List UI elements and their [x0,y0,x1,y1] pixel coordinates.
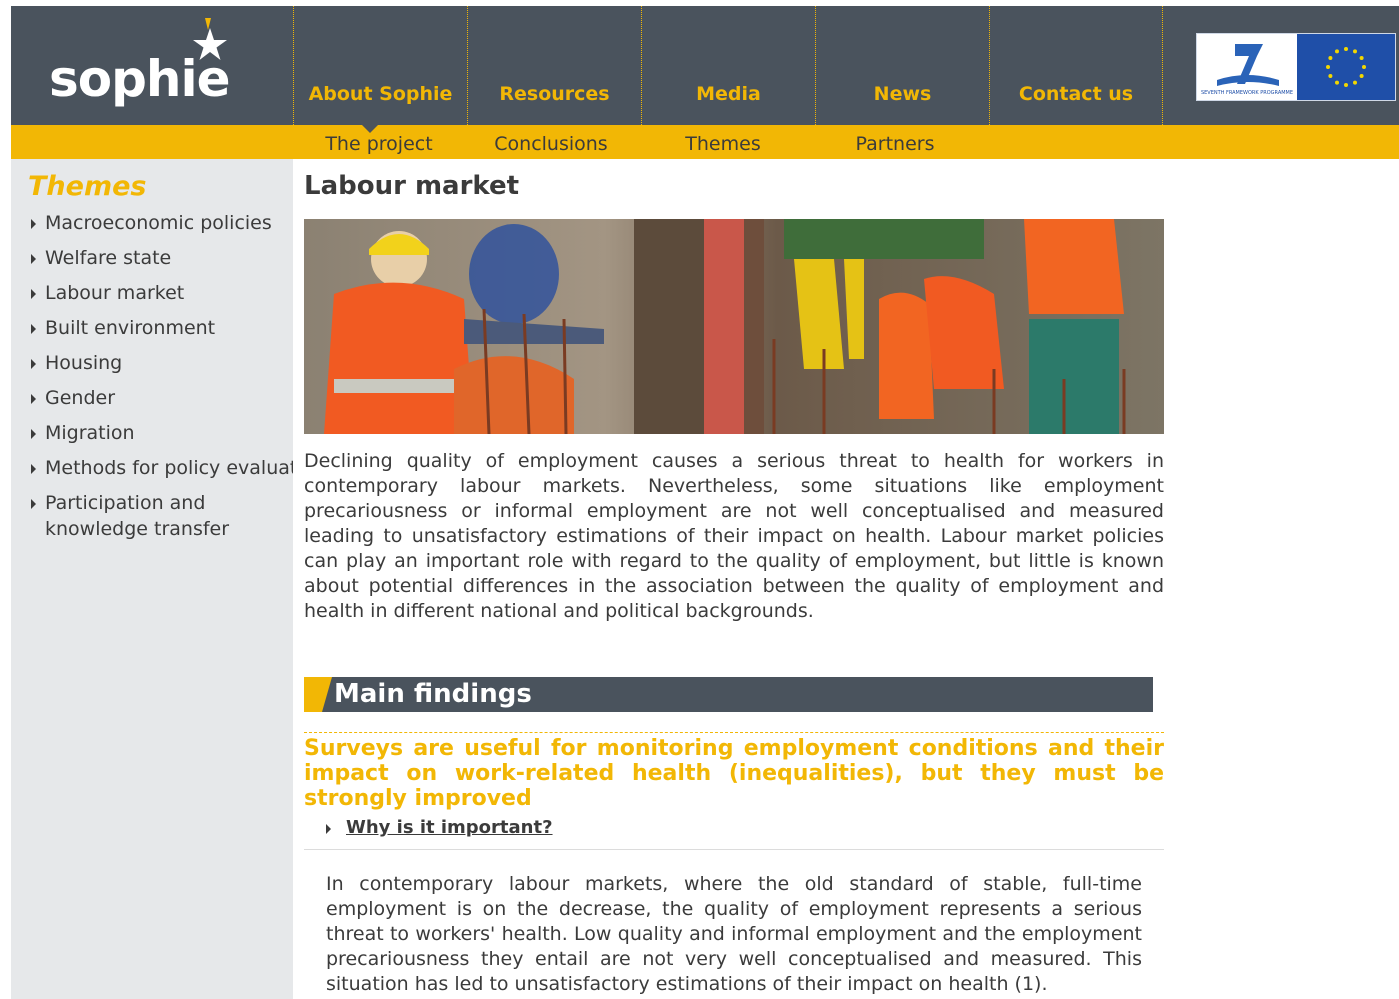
sidebar-item-gender[interactable]: Gender [31,385,293,411]
sidebar-item-housing[interactable]: Housing [31,350,293,376]
nav-label: Media [696,83,761,105]
nav-label: About Sophie [308,83,453,105]
site-logo[interactable]: sophie [11,6,293,125]
star-icon [193,18,227,60]
caret-right-icon [326,824,331,834]
eu-stars-icon [1297,34,1395,100]
nav-news[interactable]: News [815,6,989,125]
sidebar-item-label: Participation and knowledge transfer [45,492,230,540]
subnav-the-project[interactable]: The project [293,125,465,159]
sidebar-item-label: Housing [45,352,123,374]
intro-paragraph: Declining quality of employment causes a… [304,450,1164,622]
sub-nav-bar: The project Conclusions Themes Partners [11,125,1399,159]
active-nav-indicator [362,125,378,133]
findings-title: Main findings [334,679,532,709]
subnav-partners[interactable]: Partners [809,125,981,159]
caret-right-icon [31,429,36,439]
caret-right-icon [31,394,36,404]
sidebar-item-label: Migration [45,422,135,444]
sidebar-item-built-environment[interactable]: Built environment [31,315,293,341]
main-nav: About Sophie Resources Media News Contac… [293,6,1163,125]
sidebar-item-macroeconomic-policies[interactable]: Macroeconomic policies [31,210,293,236]
subnav-themes[interactable]: Themes [637,125,809,159]
hero-photo [304,219,1164,434]
subnav-conclusions[interactable]: Conclusions [465,125,637,159]
sidebar: Themes Macroeconomic policies Welfare st… [11,159,293,999]
sub-nav: The project Conclusions Themes Partners [293,125,981,159]
header-bar: sophie About Sophie Resources Media News… [11,6,1399,125]
nav-label: Resources [499,83,610,105]
sidebar-item-label: Labour market [45,282,185,304]
body-paragraph: In contemporary labour markets, where th… [326,873,1142,995]
page-title: Labour market [304,171,520,201]
caret-right-icon [31,464,36,474]
sponsor-logos: SEVENTH FRAMEWORK PROGRAMME [1196,33,1396,101]
sidebar-item-label: Gender [45,387,116,409]
nav-contact-us[interactable]: Contact us [989,6,1163,125]
caret-right-icon [31,254,36,264]
nav-label: News [873,83,932,105]
caret-right-icon [31,359,36,369]
caret-right-icon [31,499,36,509]
sidebar-item-label: Welfare state [45,247,172,269]
eu-flag[interactable] [1297,34,1395,100]
fp7-seven-icon: SEVENTH FRAMEWORK PROGRAMME [1197,34,1297,100]
sidebar-item-methods[interactable]: Methods for policy evaluat [31,455,293,481]
main-findings-header: Main findings [304,677,1153,712]
sidebar-item-label: Macroeconomic policies [45,212,272,234]
nav-label: Contact us [1018,83,1134,105]
caret-right-icon [31,289,36,299]
nav-resources[interactable]: Resources [467,6,641,125]
why-link-label: Why is it important? [346,817,553,838]
sidebar-item-migration[interactable]: Migration [31,420,293,446]
nav-about-sophie[interactable]: About Sophie [293,6,467,125]
yellow-tab-icon [304,677,332,712]
why-important-link[interactable]: Why is it important? [326,817,553,838]
caret-right-icon [31,324,36,334]
sidebar-list: Macroeconomic policies Welfare state Lab… [31,210,293,551]
sidebar-item-participation[interactable]: Participation and knowledge transfer [31,490,293,542]
sidebar-item-label: Built environment [45,317,216,339]
finding-heading: Surveys are useful for monitoring employ… [304,732,1164,811]
caret-right-icon [31,219,36,229]
sidebar-item-label: Methods for policy evaluat [45,457,293,479]
divider [304,849,1164,850]
sidebar-item-labour-market[interactable]: Labour market [31,280,293,306]
fp7-logo[interactable]: SEVENTH FRAMEWORK PROGRAMME [1197,34,1297,100]
nav-media[interactable]: Media [641,6,815,125]
fp7-caption: SEVENTH FRAMEWORK PROGRAMME [1201,90,1293,96]
construction-workers-image [304,219,1164,434]
sidebar-title: Themes [28,171,147,202]
sidebar-item-welfare-state[interactable]: Welfare state [31,245,293,271]
